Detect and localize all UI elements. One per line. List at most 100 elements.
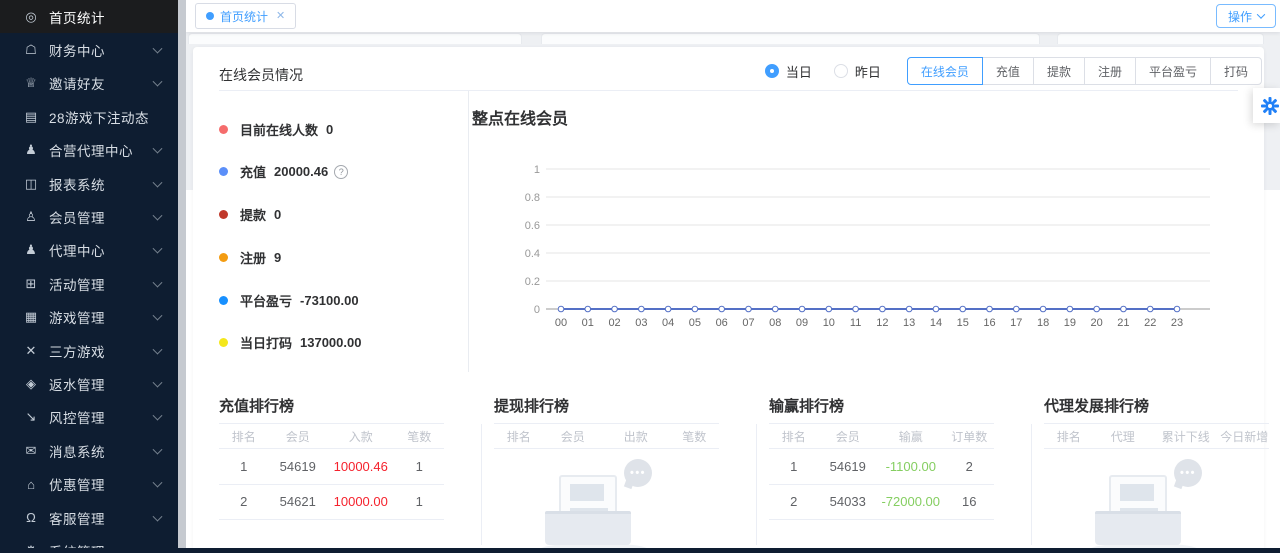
chart-title: 整点在线会员 [472,105,568,129]
sidebar-item-28游戏下注动态[interactable]: ▤28游戏下注动态 [0,100,178,133]
sidebar-item-合营代理中心[interactable]: ♟合营代理中心 [0,134,178,167]
header-cell: 累计下线 [1152,428,1220,445]
game-icon: ▦ [22,309,40,325]
main-area: 首页统计 ✕ 操作 在线会员情况 当日昨日 在线会员充值提款注册平台盈亏打码 目… [186,0,1280,553]
divider [756,424,757,545]
radio-昨日[interactable]: 昨日 [834,62,881,81]
close-icon[interactable]: ✕ [276,11,285,22]
stat-label: 充值 [240,162,266,181]
sidebar-item-活动管理[interactable]: ⊞活动管理 [0,267,178,300]
promo-icon: ⌂ [22,477,40,492]
svg-text:05: 05 [689,317,701,329]
tab-bar: 首页统计 ✕ 操作 [186,0,1280,32]
metric-button-提款[interactable]: 提款 [1033,57,1085,85]
sidebar: ◎首页统计☖财务中心♕邀请好友▤28游戏下注动态♟合营代理中心◫报表系统♙会员管… [0,0,178,553]
chevron-down-icon [153,444,163,454]
table-cell: 10000.00 [327,494,395,509]
metric-button-充值[interactable]: 充值 [982,57,1034,85]
sidebar-item-label: 三方游戏 [49,341,105,361]
sidebar-item-三方游戏[interactable]: ✕ 三方游戏 [0,334,178,367]
metric-button-打码[interactable]: 打码 [1210,57,1262,85]
sidebar-item-风控管理[interactable]: ↘风控管理 [0,401,178,434]
ranking-提现排行榜: 提现排行榜排名会员出款笔数••• [494,397,719,449]
metric-button-注册[interactable]: 注册 [1084,57,1136,85]
table-cell: 2 [219,494,269,509]
ranking-代理发展排行榜: 代理发展排行榜排名代理累计下线今日新增••• [1044,397,1269,449]
sidebar-item-客服管理[interactable]: Ω 客服管理 [0,501,178,534]
hourly-online-chart: 10.80.60.40.2000010203040506070809101112… [500,145,1220,345]
divider [219,90,1238,91]
table-row: 254033-72000.0016 [769,485,994,521]
header-cell: 出款 [602,428,670,445]
header-cell: 会员 [544,428,603,445]
table-cell: -72000.00 [877,494,945,509]
sidebar-item-首页统计[interactable]: ◎首页统计 [0,0,178,33]
radio-当日[interactable]: 当日 [765,62,812,81]
chevron-down-icon [153,177,163,187]
svg-text:22: 22 [1144,317,1156,329]
ellipsis-dots: ••• [630,467,646,479]
chevron-down-icon [1257,10,1265,18]
svg-text:16: 16 [983,317,995,329]
metric-button-在线会员[interactable]: 在线会员 [907,57,983,85]
svg-text:0.8: 0.8 [525,192,540,204]
sidebar-item-优惠管理[interactable]: ⌂优惠管理 [0,467,178,500]
stat-dot [219,296,228,305]
sidebar-item-label: 财务中心 [49,40,105,60]
empty-bubble-icon: ••• [1174,459,1202,487]
third-party-icon: ✕ [22,343,40,359]
svg-text:07: 07 [742,317,754,329]
card-top-sliver [188,33,522,44]
svg-text:17: 17 [1010,317,1022,329]
table-cell: 10000.46 [327,459,395,474]
action-button[interactable]: 操作 [1216,4,1276,28]
sidebar-item-报表系统[interactable]: ◫报表系统 [0,167,178,200]
svg-text:08: 08 [769,317,781,329]
radio-checked-icon [765,64,779,78]
sidebar-item-消息系统[interactable]: ✉消息系统 [0,434,178,467]
sidebar-item-返水管理[interactable]: ◈返水管理 [0,367,178,400]
settings-panel-toggle[interactable] [1253,88,1280,123]
stat-label: 当日打码 [240,333,292,352]
table-cell: 1 [769,459,819,474]
svg-text:0.6: 0.6 [525,220,540,232]
ranking-充值排行榜: 充值排行榜排名会员入款笔数15461910000.46125462110000.… [219,397,444,520]
report-icon: ◫ [22,176,40,192]
sidebar-item-游戏管理[interactable]: ▦ 游戏管理 [0,301,178,334]
header-cell: 今日新增 [1220,428,1270,445]
stat-item: 平台盈亏-73100.00 [219,291,459,309]
metric-button-平台盈亏[interactable]: 平台盈亏 [1135,57,1211,85]
message-icon: ✉ [22,443,40,459]
stat-value: -73100.00 [300,293,359,308]
sidebar-item-label: 游戏管理 [49,307,105,327]
sidebar-scrollbar[interactable] [178,0,186,553]
divider [1031,424,1032,545]
stat-label: 提款 [240,205,266,224]
ranking-table: 排名会员输赢订单数154619-1100.002254033-72000.001… [769,423,994,520]
table-row: 25462110000.001 [219,485,444,521]
sidebar-item-邀请好友[interactable]: ♕邀请好友 [0,67,178,100]
stat-value: 0 [326,122,333,137]
table-cell: 1 [395,459,445,474]
stat-value: 20000.46 [274,164,328,179]
svg-text:11: 11 [850,317,861,329]
svg-text:0.2: 0.2 [525,276,540,288]
risk-icon: ↘ [22,409,40,425]
svg-text:00: 00 [555,317,567,329]
crown-icon: ♕ [22,75,40,91]
divider [468,91,469,372]
table-row: 154619-1100.002 [769,449,994,485]
sidebar-item-代理中心[interactable]: ♟代理中心 [0,234,178,267]
ranking-table: 排名代理累计下线今日新增 [1044,423,1269,449]
sidebar-item-财务中心[interactable]: ☖财务中心 [0,33,178,66]
sidebar-item-label: 客服管理 [49,508,105,528]
sidebar-item-会员管理[interactable]: ♙会员管理 [0,200,178,233]
tab-home-stats[interactable]: 首页统计 ✕ [195,3,296,29]
svg-text:14: 14 [930,317,942,329]
table-cell: 2 [769,494,819,509]
service-icon: Ω [22,510,40,525]
header-cell: 笔数 [395,428,445,445]
help-icon[interactable]: ? [334,165,348,179]
table-header-row: 排名会员出款笔数 [494,423,719,449]
partner-icon: ♟ [22,142,40,158]
